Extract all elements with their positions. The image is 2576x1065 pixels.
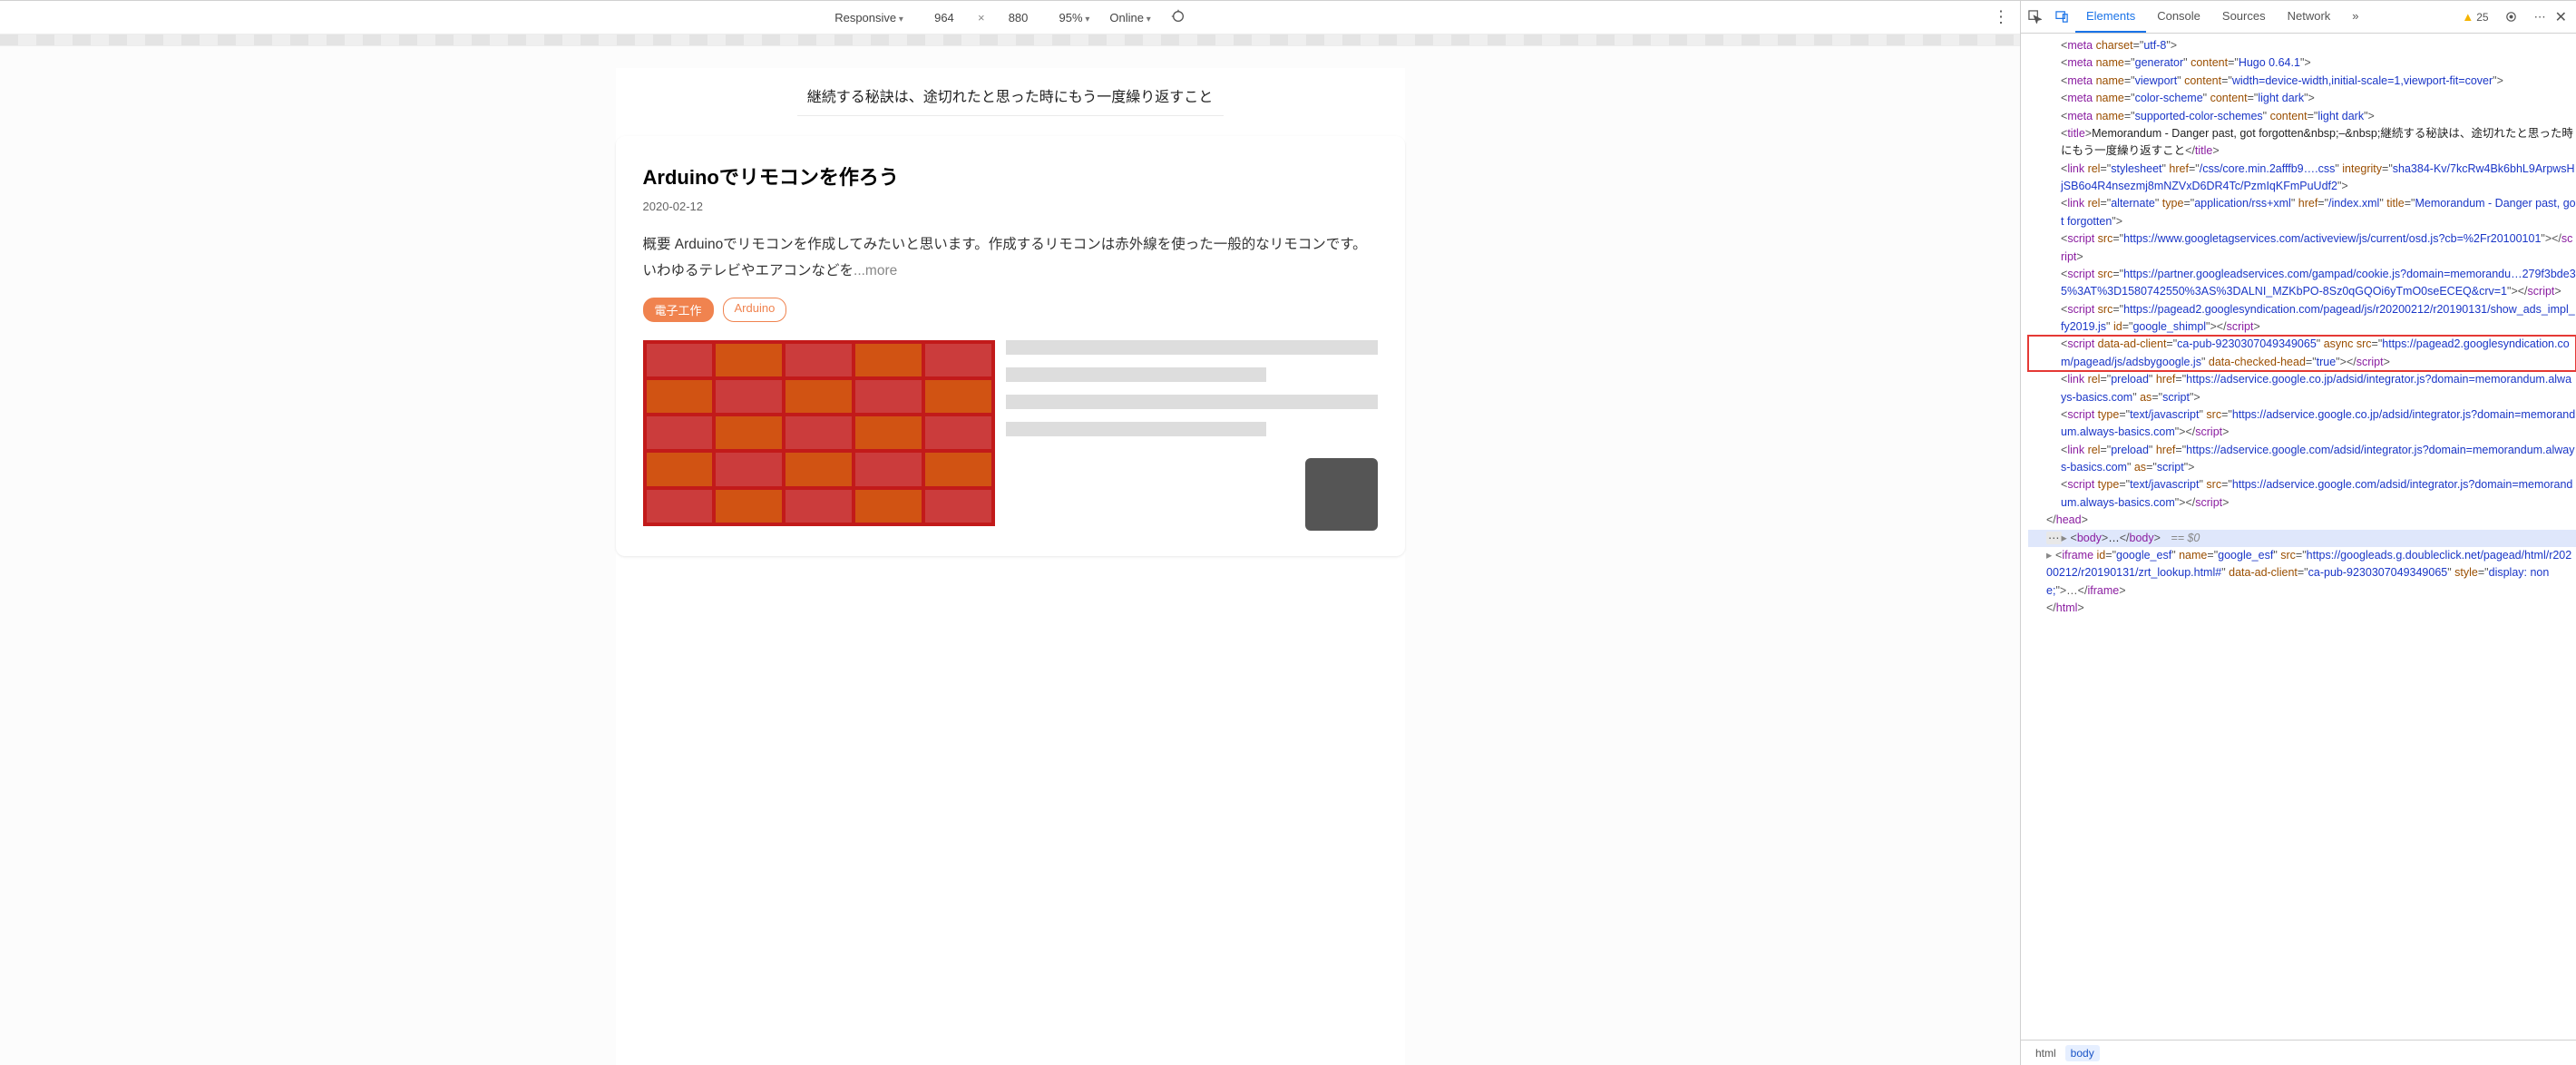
read-more-link[interactable]: ...more	[854, 263, 897, 278]
breadcrumbs: html body	[2021, 1040, 2576, 1065]
dom-line[interactable]: <link rel="preload" href="https://adserv…	[2028, 442, 2576, 477]
article-date: 2020-02-12	[643, 200, 1378, 213]
height-input[interactable]	[998, 11, 1039, 24]
more-options-icon[interactable]: ⋮	[1993, 8, 2009, 27]
dom-line[interactable]: <script type="text/javascript" src="http…	[2028, 476, 2576, 512]
devtools-toolbar: Elements Console Sources Network » ▲25 ⋯…	[2021, 1, 2576, 34]
dom-line[interactable]: <meta name="color-scheme" content="light…	[2028, 90, 2576, 107]
devtools-pane: Elements Console Sources Network » ▲25 ⋯…	[2021, 1, 2576, 1065]
rotate-icon[interactable]	[1171, 9, 1186, 26]
dom-line[interactable]: </html>	[2028, 600, 2576, 617]
dom-line[interactable]: <script data-ad-client="ca-pub-923030704…	[2028, 336, 2576, 371]
ad-placeholder	[643, 340, 1378, 531]
ruler	[0, 34, 2020, 46]
dom-line[interactable]: <meta name="viewport" content="width=dev…	[2028, 73, 2576, 90]
dom-line[interactable]: <meta name="supported-color-schemes" con…	[2028, 108, 2576, 125]
dom-line[interactable]: ⋯▸<body>…</body> == $0	[2028, 530, 2576, 547]
device-mode-dropdown[interactable]: Responsive	[834, 11, 903, 24]
dom-line[interactable]: <script src="https://www.googletagservic…	[2028, 230, 2576, 266]
dom-line[interactable]: <title>Memorandum - Danger past, got for…	[2028, 125, 2576, 161]
app-root: Responsive × 95% Online ⋮ 継続する秘訣は、途切れたと思…	[0, 0, 2576, 1065]
divider	[797, 115, 1224, 116]
tab-console[interactable]: Console	[2146, 1, 2211, 33]
dom-line[interactable]: </head>	[2028, 512, 2576, 529]
dom-line[interactable]: <link rel="stylesheet" href="/css/core.m…	[2028, 161, 2576, 196]
page-content: 継続する秘訣は、途切れたと思った時にもう一度繰り返すこと Arduinoでリモコ…	[616, 68, 1405, 1065]
elements-tree[interactable]: <meta charset="utf-8"><meta name="genera…	[2021, 34, 2576, 1040]
inspect-element-icon[interactable]	[2021, 10, 2048, 24]
article-title[interactable]: Arduinoでリモコンを作ろう	[643, 161, 1378, 191]
dom-line[interactable]: <meta name="generator" content="Hugo 0.6…	[2028, 54, 2576, 72]
tab-network[interactable]: Network	[2277, 1, 2342, 33]
warnings-badge[interactable]: ▲25	[2462, 10, 2488, 24]
simulated-viewport: 継続する秘訣は、途切れたと思った時にもう一度繰り返すこと Arduinoでリモコ…	[0, 46, 2020, 1065]
dom-line[interactable]: <link rel="alternate" type="application/…	[2028, 195, 2576, 230]
throttling-dropdown[interactable]: Online	[1109, 11, 1150, 24]
device-toggle-icon[interactable]	[2048, 10, 2075, 24]
dom-line[interactable]: <script src="https://partner.googleadser…	[2028, 266, 2576, 301]
devtools-menu-icon[interactable]: ⋯	[2534, 10, 2546, 24]
article-card: Arduinoでリモコンを作ろう 2020-02-12 概要 Arduinoでリ…	[616, 136, 1405, 556]
zoom-dropdown[interactable]: 95%	[1059, 11, 1090, 24]
crumb-body[interactable]: body	[2065, 1045, 2100, 1061]
tab-sources[interactable]: Sources	[2211, 1, 2277, 33]
dom-line[interactable]: <script type="text/javascript" src="http…	[2028, 406, 2576, 442]
page-subtitle: 継続する秘訣は、途切れたと思った時にもう一度繰り返すこと	[616, 68, 1405, 115]
dom-line[interactable]: <meta charset="utf-8">	[2028, 37, 2576, 54]
crumb-html[interactable]: html	[2030, 1045, 2062, 1061]
devtools-tabs: Elements Console Sources Network »	[2075, 1, 2370, 33]
ad-text-placeholder	[1006, 340, 1377, 531]
width-input[interactable]	[923, 11, 965, 24]
article-excerpt: 概要 Arduinoでリモコンを作成してみたいと思います。作成するリモコンは赤外…	[643, 231, 1378, 285]
dom-line[interactable]: <script src="https://pagead2.googlesyndi…	[2028, 301, 2576, 337]
dom-line[interactable]: ▸<iframe id="google_esf" name="google_es…	[2028, 547, 2576, 600]
viewport-pane: Responsive × 95% Online ⋮ 継続する秘訣は、途切れたと思…	[0, 1, 2021, 1065]
tag-list: 電子工作 Arduino	[643, 298, 1378, 322]
device-toolbar: Responsive × 95% Online ⋮	[0, 1, 2020, 34]
tab-elements[interactable]: Elements	[2075, 1, 2146, 33]
tag-denshikousaku[interactable]: 電子工作	[643, 298, 714, 322]
tab-overflow-icon[interactable]: »	[2341, 1, 2369, 33]
close-devtools-icon[interactable]: ✕	[2555, 8, 2567, 26]
dimensions: ×	[923, 11, 1039, 24]
tag-arduino[interactable]: Arduino	[723, 298, 787, 322]
settings-icon[interactable]	[2498, 10, 2525, 24]
times-icon: ×	[978, 11, 985, 24]
ad-image-placeholder	[643, 340, 996, 526]
dom-line[interactable]: <link rel="preload" href="https://adserv…	[2028, 371, 2576, 406]
